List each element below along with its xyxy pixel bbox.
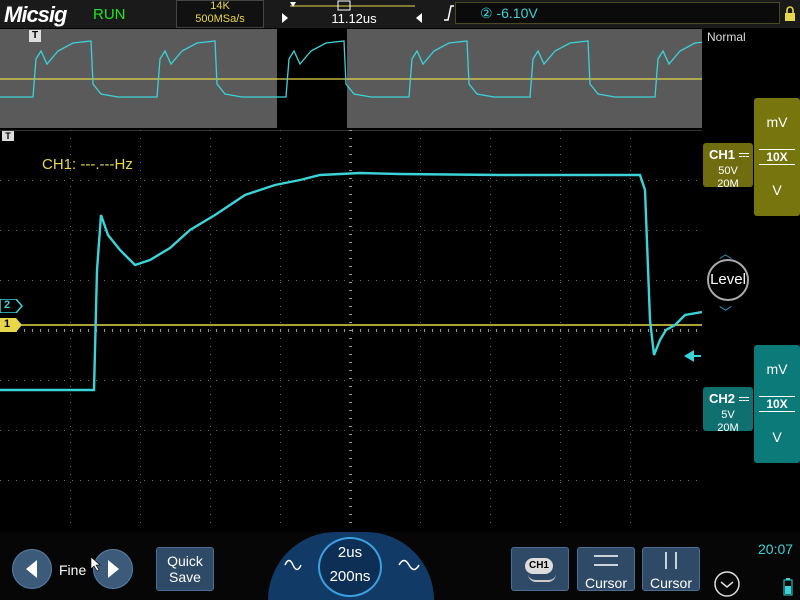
ch1-probe[interactable]: 10X (759, 149, 795, 165)
cursor-h-label: Cursor (584, 575, 627, 591)
trigger-mode[interactable]: Normal (707, 30, 746, 44)
sine-wave-icon[interactable] (284, 556, 302, 574)
vertical-cursor-icon (665, 552, 677, 569)
run-status[interactable]: RUN (93, 6, 126, 23)
horizontal-cursor-icon (594, 555, 618, 566)
ch2-unit-up[interactable]: mV (754, 361, 800, 377)
level-down-icon[interactable]: ﹀ (719, 302, 732, 321)
sample-rate: 500MSa/s (195, 13, 245, 25)
frequency-readout: CH1: ---.---Hz (42, 156, 133, 173)
quick-save-line2: Save (169, 569, 201, 585)
timebase-main: 2us (337, 544, 363, 561)
ch1-vertical-control[interactable]: mV 10X V (754, 98, 800, 216)
brand-logo: Micsig (4, 2, 67, 27)
fine-label: Fine (59, 562, 87, 578)
ch1-scale: 50V (718, 165, 738, 177)
overview-trigger-marker: T (29, 30, 41, 42)
ch2-bandwidth: 20M (717, 422, 739, 434)
trigger-level-marker[interactable] (682, 349, 702, 363)
ch2-trace (0, 171, 702, 392)
dc-coupling-icon (739, 153, 749, 157)
channel-menu-button[interactable]: CH1 (511, 547, 569, 591)
ch2-offset-label: 2 (4, 299, 11, 311)
ch2-unit-down[interactable]: V (754, 429, 800, 445)
quick-save-button[interactable]: Quick Save (156, 547, 214, 591)
quick-save-line1: Quick (167, 553, 203, 569)
ch1-offset-label: 1 (4, 318, 11, 330)
horizontal-cursor-button[interactable]: Cursor (577, 547, 635, 591)
clock: 20:07 (758, 541, 794, 557)
ch2-vertical-control[interactable]: mV 10X V (754, 345, 800, 463)
ch1-unit-up[interactable]: mV (754, 114, 800, 130)
lock-icon[interactable] (783, 5, 797, 23)
stack-icon (528, 570, 556, 582)
battery-icon (783, 578, 793, 596)
timebase-zoom: 200ns (329, 568, 371, 585)
trigger-position-time[interactable]: 11.12us (290, 11, 418, 26)
ch1-name: CH1 (709, 147, 736, 162)
left-arrow-icon (26, 560, 37, 578)
ch1-unit-down[interactable]: V (754, 182, 800, 198)
sine-wave-icon[interactable] (398, 556, 420, 574)
memory-depth: 14K (210, 0, 230, 12)
chevron-down-icon[interactable] (712, 570, 742, 598)
ch2-name: CH2 (709, 391, 736, 406)
ch1-bandwidth: 20M (717, 178, 739, 190)
ch2-probe[interactable]: 10X (759, 396, 795, 412)
graticule (0, 130, 702, 523)
ch2-scale: 5V (721, 409, 735, 421)
level-button[interactable]: Level (707, 259, 749, 301)
pointer-cursor-icon (90, 556, 101, 572)
fine-left-button[interactable] (12, 549, 52, 589)
cursor-v-label: Cursor (649, 575, 692, 591)
dc-coupling-icon (739, 397, 749, 401)
vertical-cursor-button[interactable]: Cursor (642, 547, 700, 591)
trigger-level: ② -6.10V (480, 5, 538, 21)
main-trigger-marker: T (2, 131, 14, 141)
left-arrow-icon (282, 13, 288, 23)
overview-waveform (0, 40, 702, 98)
rising-edge-icon (444, 5, 454, 21)
